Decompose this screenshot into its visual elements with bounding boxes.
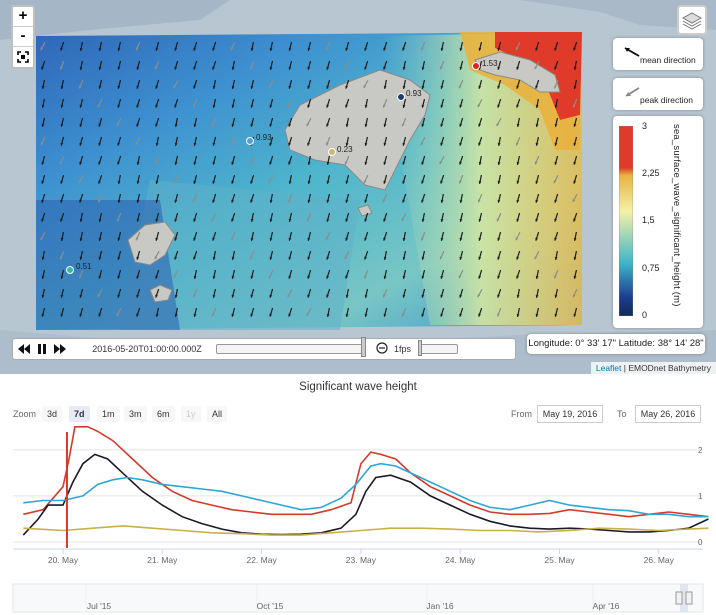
layers-button[interactable] [677,5,707,35]
colorbar-legend: 3 2,25 1,5 0,75 0 sea_surface_wave_signi… [613,116,703,328]
station-value: 1.53 [482,59,498,68]
x-tick-label: 21. May [147,555,178,565]
station-marker [472,62,480,70]
navigator[interactable]: Jul '15 Oct '15 Jan '16 Apr '16 [12,583,704,613]
station-value: 0.51 [76,262,92,271]
mean-direction-legend: mean direction [613,38,703,70]
navigator-handle-left[interactable] [675,591,683,605]
station-marker [66,266,74,274]
x-tick-label: 25. May [544,555,575,565]
time-slider-handle[interactable] [361,337,366,357]
navigator-label: Jul '15 [87,601,112,611]
chart-plot: 2 1 0 20. May 21. May 22. May 23. May 24. May 25… [12,426,709,613]
station-value: 0.93 [406,89,422,98]
navigator-label: Jan '16 [426,601,453,611]
pause-button[interactable] [33,341,50,357]
x-tick-label: 24. May [445,555,476,565]
station-marker [246,137,254,145]
coordinates-readout: Longitude: 0° 33' 17" Latitude: 38° 14' … [527,334,705,354]
leaflet-link[interactable]: Leaflet [596,363,622,373]
speed-value: 1fps [394,344,412,354]
peak-direction-legend: peak direction [613,78,703,110]
station-marker [397,93,405,101]
colorbar-title: sea_surface_wave_significant_height (m) [671,124,682,307]
map-attribution: Leaflet | EMODnet Bathymetry [590,362,716,374]
step-forward-icon [53,344,66,354]
time-slider[interactable] [216,344,366,354]
colorbar-tick: 1,5 [642,215,655,225]
colorbar-tick: 0 [642,310,648,320]
current-time-display: 2016-05-20T01:00:00.000Z [92,344,202,354]
x-tick-label: 23. May [346,555,377,565]
colorbar-tick: 0,75 [642,263,660,273]
navigator-label: Oct '15 [257,601,284,611]
speed-slider-handle[interactable] [418,340,422,356]
station-value: 0.23 [337,145,353,154]
x-tick-label: 26. May [644,555,675,565]
map-canvas: 0.93 0.93 0.23 1.53 0.51 [0,0,716,374]
colorbar-tick: 2,25 [642,168,660,178]
x-tick-label: 22. May [246,555,277,565]
colorbar-tick: 3 [642,121,648,131]
zoom-control: + - [11,5,35,69]
navigator-handle-right[interactable] [685,591,693,605]
peak-direction-label: peak direction [640,95,693,105]
time-control: 2016-05-20T01:00:00.000Z 1fps [12,338,516,360]
station-value: 0.93 [256,133,272,142]
x-tick-label: 20. May [48,555,79,565]
colorbar [619,126,633,316]
series-line[interactable] [22,453,709,536]
step-backward-button[interactable] [15,341,32,357]
pause-icon [37,344,46,354]
zoom-in-button[interactable]: + [13,7,33,27]
navigator-label: Apr '16 [593,601,620,611]
y-tick-label: 0 [698,538,703,547]
speed-slider[interactable] [418,344,458,354]
map-view[interactable]: 0.93 0.93 0.23 1.53 0.51 + - mean direct… [0,0,716,374]
mean-direction-label: mean direction [640,55,696,65]
layers-icon [681,12,703,30]
step-backward-icon [17,344,30,354]
fullscreen-icon [17,51,29,63]
fullscreen-button[interactable] [13,47,33,67]
y-tick-label: 1 [698,492,703,501]
station-marker [328,148,336,156]
wave-height-chart: Significant wave height Zoom 3d 7d 1m 3m… [0,374,716,615]
zoom-out-button[interactable]: - [13,27,33,47]
step-forward-button[interactable] [51,341,68,357]
speed-icon [375,342,389,356]
y-tick-label: 2 [698,446,703,455]
attribution-text: | EMODnet Bathymetry [621,363,711,373]
